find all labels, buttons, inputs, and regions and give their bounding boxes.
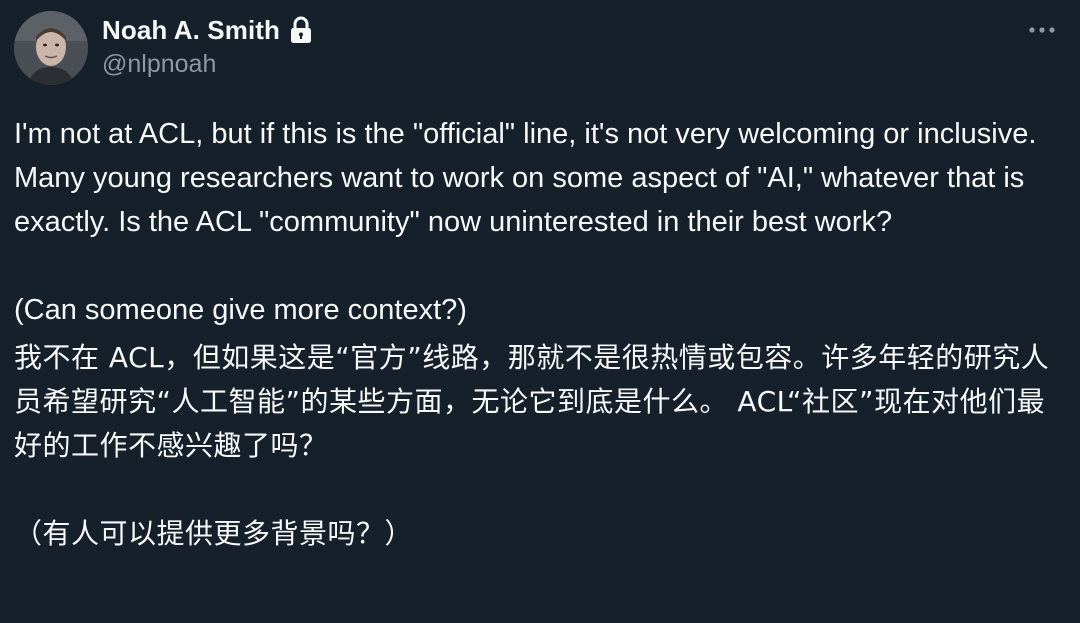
lock-icon [289,16,313,44]
author-display-name[interactable]: Noah A. Smith [102,15,280,46]
tweet-paragraph: (Can someone give more context?) [14,294,467,326]
author-handle[interactable]: @nlpnoah [102,50,216,79]
more-horizontal-icon[interactable] [1026,18,1058,42]
tweet-paragraph-translation: 我不在 ACL，但如果这是“官方”线路，那就不是很热情或包容。许多年轻的研究人员… [14,341,1050,462]
avatar-image [14,11,88,85]
avatar[interactable] [14,11,88,85]
tweet-card: Noah A. Smith @nlpnoah I'm not at ACL, b… [0,0,1080,623]
tweet-text: I'm not at ACL, but if this is the "offi… [14,112,1064,556]
tweet-paragraph-translation: （有人可以提供更多背景吗？） [14,517,414,550]
author-name-row: Noah A. Smith [102,12,313,48]
tweet-paragraph: I'm not at ACL, but if this is the "offi… [14,118,1037,238]
